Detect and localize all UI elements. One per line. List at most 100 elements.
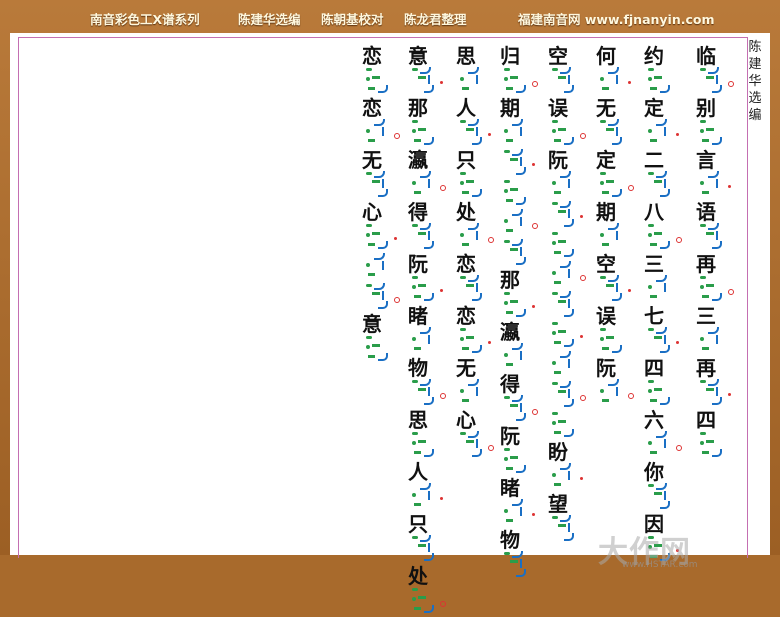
notation-glyph bbox=[504, 551, 542, 581]
notation-glyph bbox=[504, 395, 542, 425]
notation-glyph bbox=[600, 327, 638, 357]
notation-glyph bbox=[700, 275, 738, 305]
notation-glyph bbox=[504, 291, 542, 321]
lyric-char: 心 bbox=[362, 200, 382, 224]
lyric-char: 只 bbox=[408, 512, 428, 536]
notation-glyph bbox=[460, 67, 498, 97]
lyric-char: 睹 bbox=[500, 476, 520, 500]
lyric-char: 你 bbox=[644, 460, 664, 484]
lyric-char: 恋 bbox=[456, 252, 476, 276]
lyric-column: 何无定期空误阮 bbox=[594, 45, 638, 409]
notation-glyph bbox=[552, 351, 590, 381]
lyric-char: 恋 bbox=[362, 96, 382, 120]
lyric-char: 望 bbox=[548, 492, 568, 516]
notation-glyph bbox=[366, 335, 404, 365]
notation-glyph bbox=[600, 223, 638, 253]
notation-glyph bbox=[648, 67, 686, 97]
lyric-column: 约定二八三七四六你因 bbox=[642, 45, 686, 565]
notation-glyph bbox=[460, 327, 498, 357]
notation-glyph bbox=[412, 587, 450, 617]
notation-glyph bbox=[552, 67, 590, 97]
notation-glyph bbox=[552, 201, 590, 231]
notation-glyph bbox=[552, 321, 590, 351]
notation-glyph bbox=[504, 447, 542, 477]
notation-glyph bbox=[648, 171, 686, 201]
notation-glyph bbox=[700, 431, 738, 461]
lyric-column: 归期那瀛得阮睹物 bbox=[498, 45, 542, 581]
score-sheet: 陈 建 华 选 编 临别言语再三再四约定二八三七四六你因何无定期空误阮空误阮盼望… bbox=[10, 33, 770, 613]
notation-glyph bbox=[412, 119, 450, 149]
lyric-char: 无 bbox=[456, 356, 476, 380]
notation-glyph bbox=[700, 119, 738, 149]
notation-glyph bbox=[648, 119, 686, 149]
lyric-char: 何 bbox=[596, 44, 616, 68]
lyric-char: 定 bbox=[644, 96, 664, 120]
site-link[interactable]: 福建南音网 www.fjnanyin.com bbox=[518, 9, 715, 28]
notation-glyph bbox=[412, 275, 450, 305]
watermark-url: www.HSTAR.com bbox=[622, 560, 698, 570]
lyric-char: 三 bbox=[696, 304, 716, 328]
side-label-char: 建 bbox=[748, 57, 762, 72]
notation-glyph bbox=[648, 483, 686, 513]
lyric-char: 那 bbox=[500, 268, 520, 292]
notation-glyph bbox=[600, 171, 638, 201]
notation-glyph bbox=[504, 499, 542, 529]
notation-glyph bbox=[412, 535, 450, 565]
lyric-char: 别 bbox=[696, 96, 716, 120]
lyric-char: 阮 bbox=[548, 148, 568, 172]
lyric-char: 睹 bbox=[408, 304, 428, 328]
notation-glyph bbox=[366, 223, 404, 253]
lyric-char: 空 bbox=[596, 252, 616, 276]
lyric-char: 误 bbox=[548, 96, 568, 120]
lyric-char: 二 bbox=[644, 148, 664, 172]
notation-glyph bbox=[412, 223, 450, 253]
lyric-char: 恋 bbox=[456, 304, 476, 328]
notation-glyph bbox=[412, 327, 450, 357]
notation-glyph bbox=[412, 171, 450, 201]
lyric-char: 意 bbox=[408, 44, 428, 68]
notation-glyph bbox=[504, 119, 542, 149]
lyric-char: 四 bbox=[696, 408, 716, 432]
compiler-credit: 陈建华选编 bbox=[238, 12, 301, 27]
notation-glyph bbox=[504, 67, 542, 97]
proofreader-credit: 陈朝基校对 bbox=[321, 12, 384, 27]
notation-glyph bbox=[366, 253, 404, 283]
notation-glyph bbox=[504, 209, 542, 239]
lyric-char: 物 bbox=[408, 356, 428, 380]
lyric-char: 物 bbox=[500, 528, 520, 552]
notation-glyph bbox=[700, 327, 738, 357]
lyric-char: 八 bbox=[644, 200, 664, 224]
lyric-column: 临别言语再三再四 bbox=[694, 45, 738, 461]
lyric-char: 三 bbox=[644, 252, 664, 276]
lyric-char: 临 bbox=[696, 44, 716, 68]
notation-glyph bbox=[552, 231, 590, 261]
notation-glyph bbox=[552, 119, 590, 149]
notation-glyph bbox=[700, 171, 738, 201]
lyric-char: 思 bbox=[456, 44, 476, 68]
notation-glyph bbox=[552, 291, 590, 321]
series-title: 南音彩色工X谱系列 bbox=[90, 12, 200, 27]
side-label-char: 选 bbox=[748, 91, 762, 106]
side-label-char: 编 bbox=[748, 108, 762, 123]
notation-glyph bbox=[552, 463, 590, 493]
lyric-char: 阮 bbox=[500, 424, 520, 448]
lyric-char: 处 bbox=[408, 564, 428, 588]
notation-glyph bbox=[648, 223, 686, 253]
lyric-char: 期 bbox=[500, 96, 520, 120]
lyric-char: 思 bbox=[408, 408, 428, 432]
notation-glyph bbox=[552, 411, 590, 441]
lyric-char: 无 bbox=[596, 96, 616, 120]
notation-glyph bbox=[700, 67, 738, 97]
notation-glyph bbox=[460, 171, 498, 201]
notation-glyph bbox=[552, 261, 590, 291]
notation-glyph bbox=[504, 239, 542, 269]
lyric-char: 再 bbox=[696, 252, 716, 276]
notation-glyph bbox=[700, 379, 738, 409]
lyric-char: 阮 bbox=[408, 252, 428, 276]
lyric-char: 盼 bbox=[548, 440, 568, 464]
notation-glyph bbox=[600, 379, 638, 409]
lyric-char: 再 bbox=[696, 356, 716, 380]
notation-glyph bbox=[460, 431, 498, 461]
lyric-char: 七 bbox=[644, 304, 664, 328]
notation-glyph bbox=[366, 171, 404, 201]
